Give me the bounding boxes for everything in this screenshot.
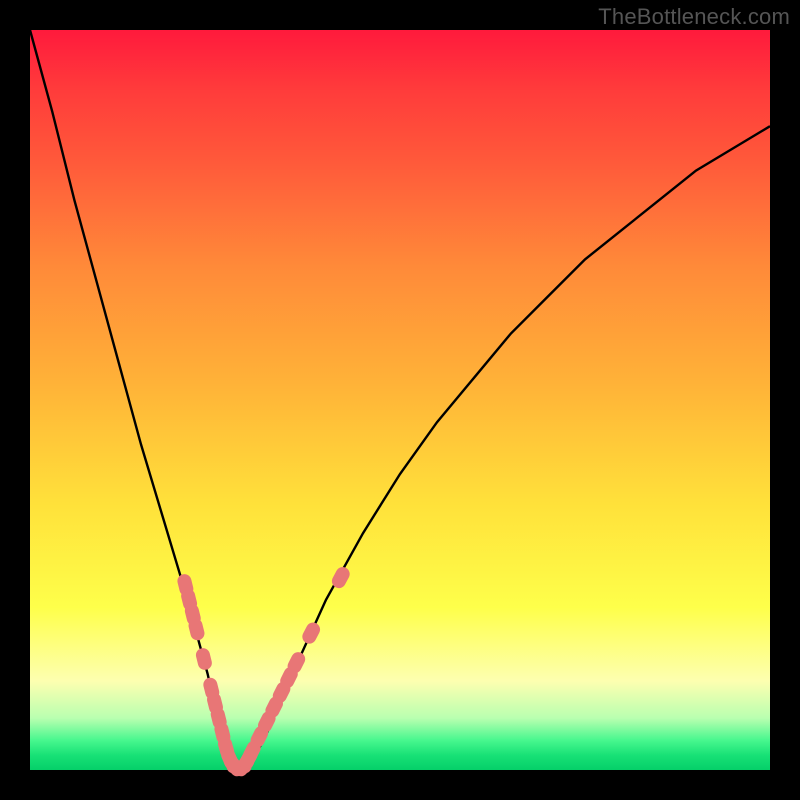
watermark: TheBottleneck.com	[598, 4, 790, 30]
marker-point	[300, 620, 323, 646]
chart-frame: TheBottleneck.com	[0, 0, 800, 800]
bottleneck-curve	[30, 30, 770, 770]
markers-group	[176, 565, 352, 779]
chart-svg	[30, 30, 770, 770]
marker-point	[194, 647, 213, 672]
plot-area	[30, 30, 770, 770]
